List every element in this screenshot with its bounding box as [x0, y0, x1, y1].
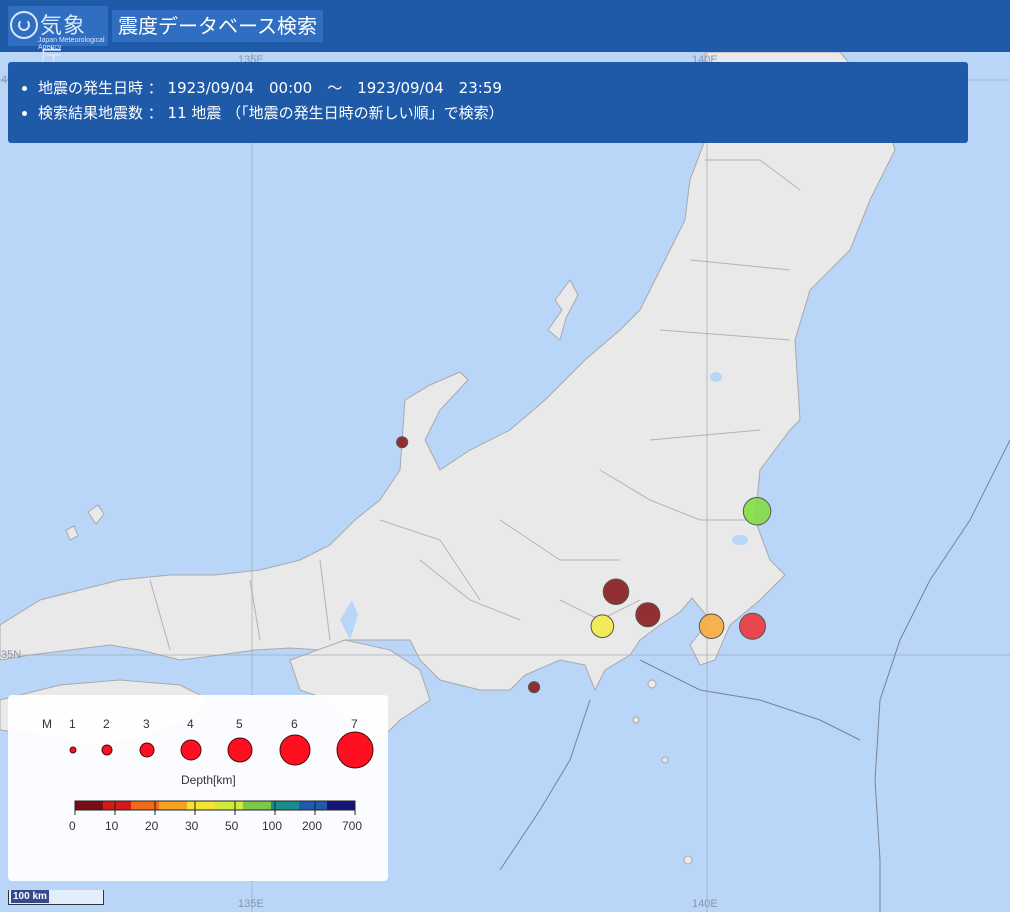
depth-color-segment — [159, 801, 188, 810]
scale-bar-label: 100 km — [11, 890, 49, 903]
earthquake-marker[interactable] — [635, 602, 661, 628]
depth-tick-0: 0 — [69, 819, 76, 833]
depth-color-segment — [243, 801, 272, 810]
depth-color-segment — [215, 801, 244, 810]
search-info-panel: 地震の発生日時 ： 1923/09/04 00:00 ～ 1923/09/04 … — [8, 62, 968, 143]
result-count-text: 検索結果地震数 ： 11 地震 （「地震の発生日時の新しい順」で検索） — [38, 101, 968, 126]
depth-color-bar — [74, 800, 356, 815]
page-title: 震度データベース検索 — [112, 10, 323, 42]
mag-1-circle — [69, 746, 77, 754]
mag-3-circle — [139, 742, 155, 758]
logo-subtext: Japan Meteorological Agency — [38, 37, 105, 51]
mag-7-circle — [336, 731, 374, 769]
depth-color-segment — [103, 801, 132, 810]
depth-title: Depth[km] — [181, 773, 236, 787]
depth-tick-700: 700 — [342, 819, 363, 833]
depth-color-segment — [75, 801, 104, 810]
map-legend: M 1 2 3 4 5 6 7 Depth[km] 0 10 20 30 50 … — [8, 695, 388, 881]
depth-tick-50: 50 — [225, 819, 239, 833]
magnitude-circles — [69, 731, 374, 769]
lon-140-bottom-label: 140E — [692, 898, 718, 910]
depth-tick-30: 30 — [185, 819, 199, 833]
depth-tick-10: 10 — [105, 819, 119, 833]
depth-color-segment — [299, 801, 328, 810]
earthquake-marker[interactable] — [396, 436, 409, 449]
scale-bar: 100 km — [8, 890, 104, 905]
earthquake-marker[interactable] — [602, 578, 630, 606]
earthquake-marker[interactable] — [590, 614, 615, 639]
earthquake-marker[interactable] — [528, 681, 541, 694]
mag-2-circle — [101, 744, 113, 756]
earthquake-marker[interactable] — [742, 497, 772, 526]
mag-5-circle — [227, 737, 253, 763]
depth-color-segment — [187, 801, 216, 810]
earthquake-marker[interactable] — [739, 612, 766, 640]
mag-4-circle — [180, 739, 202, 761]
earthquake-marker[interactable] — [698, 613, 725, 640]
depth-tick-200: 200 — [302, 819, 323, 833]
header-bar: 気象庁 Japan Meteorological Agency 震度データベース… — [0, 0, 1010, 71]
depth-tick-100: 100 — [262, 819, 283, 833]
mag-6-circle — [279, 734, 311, 766]
jma-logo[interactable]: 気象庁 Japan Meteorological Agency — [8, 6, 108, 71]
depth-color-segment — [327, 801, 356, 810]
jma-emblem-icon — [10, 11, 38, 39]
lat-35-label: 35N — [1, 649, 22, 661]
lon-135-bottom-label: 135E — [238, 898, 264, 910]
depth-tick-20: 20 — [145, 819, 159, 833]
date-range-text: 地震の発生日時 ： 1923/09/04 00:00 ～ 1923/09/04 … — [38, 76, 968, 101]
